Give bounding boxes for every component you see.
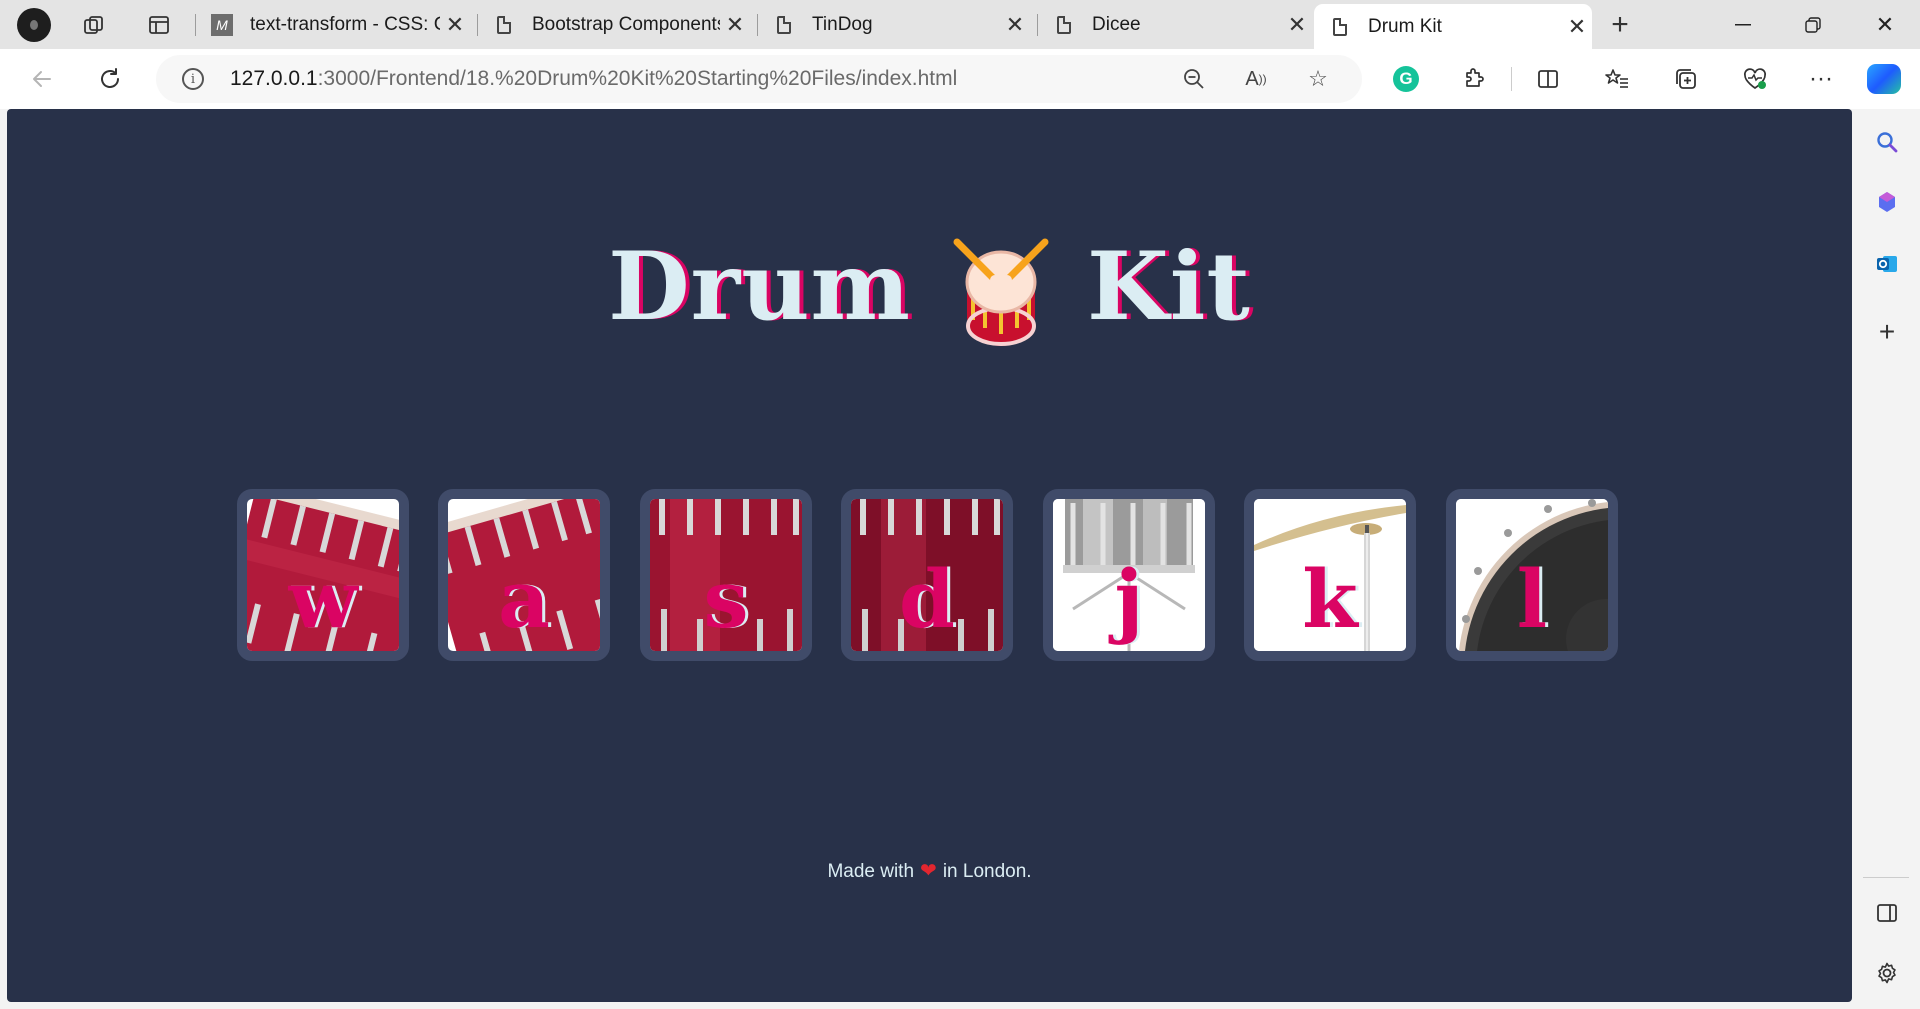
more-menu-icon[interactable]: ··· [1801,59,1841,99]
browser-essentials-icon[interactable] [1735,59,1775,99]
profile-avatar[interactable] [16,7,52,43]
drum-icon [953,238,1049,346]
add-sidebar-app-icon[interactable]: + [1869,314,1905,350]
new-tab-button[interactable]: + [1602,7,1638,43]
tab-title: TinDog [812,13,873,35]
restore-button[interactable] [1778,0,1848,49]
drum-key-label: l [1516,552,1548,646]
search-icon[interactable] [1869,124,1905,160]
tab-text-transform[interactable]: M text-transform - CSS: C ✕ [196,4,470,45]
close-icon[interactable]: ✕ [440,12,470,38]
title-drum-word: Drum [608,231,912,342]
favorites-icon[interactable] [1597,59,1637,99]
close-icon[interactable]: ✕ [1562,14,1592,40]
back-arrow-icon[interactable] [22,59,62,99]
tab-title: Bootstrap Components [532,13,720,35]
favorite-star-icon[interactable]: ☆ [1302,63,1334,95]
drum-button-s[interactable]: s [640,489,812,661]
document-icon [497,15,511,34]
grammarly-icon[interactable]: G [1386,59,1426,99]
document-icon [1333,17,1347,36]
title-kit-word: Kit [1087,231,1251,342]
tab-title: text-transform - CSS: C [250,13,440,35]
close-icon[interactable]: ✕ [720,12,750,38]
drum-button-j[interactable]: j [1043,489,1215,661]
tab-dicee[interactable]: Dicee ✕ [1038,4,1312,45]
split-screen-icon[interactable] [1528,59,1568,99]
settings-gear-icon[interactable] [1869,955,1905,991]
vertical-tabs-icon[interactable] [141,7,177,43]
tab-bootstrap-components[interactable]: Bootstrap Components ✕ [478,4,750,45]
drum-button-w[interactable]: w [237,489,409,661]
page-title: Drum Kit [7,231,1852,346]
outlook-icon[interactable] [1869,246,1905,282]
drum-key-label: s [703,552,749,646]
workspaces-icon[interactable] [76,7,112,43]
document-icon [777,15,791,34]
site-info-icon[interactable]: i [182,68,204,90]
collections-icon[interactable] [1666,59,1706,99]
drum-button-k[interactable]: k [1244,489,1416,661]
drum-key-label: d [899,552,955,646]
heart-icon: ❤ [920,860,937,882]
close-icon[interactable]: ✕ [1282,12,1312,38]
extensions-icon[interactable] [1454,59,1494,99]
tab-strip: M text-transform - CSS: C ✕ Bootstrap Co… [0,0,1920,49]
page-viewport: Drum Kit w a s d j k l Made with ❤ in Lo… [7,109,1852,1002]
document-icon [1057,15,1071,34]
drum-key-label: j [1114,552,1144,646]
footer-prefix: Made with [827,861,915,882]
minimize-button[interactable] [1708,0,1778,49]
tab-tindog[interactable]: TinDog ✕ [758,4,1030,45]
copilot-sidebar-icon[interactable] [1869,184,1905,220]
refresh-icon[interactable] [90,59,130,99]
close-icon[interactable]: ✕ [1000,12,1030,38]
copilot-icon[interactable] [1864,59,1904,99]
drum-set: w a s d j k l [237,489,1622,661]
zoom-out-icon[interactable] [1178,63,1210,95]
footer: Made with ❤ in London. [7,858,1852,883]
drum-key-label: a [498,552,550,646]
hide-sidebar-icon[interactable] [1869,895,1905,931]
address-bar-row: i 127.0.0.1:3000/Frontend/18.%20Drum%20K… [0,49,1920,109]
drum-key-label: w [288,552,358,646]
drum-button-d[interactable]: d [841,489,1013,661]
tab-title: Dicee [1092,13,1141,35]
footer-suffix: in London. [942,861,1032,882]
mdn-icon: M [211,13,233,36]
drum-button-l[interactable]: l [1446,489,1618,661]
tab-drum-kit[interactable]: Drum Kit ✕ [1314,4,1592,49]
edge-sidebar: + [1855,109,1920,1002]
drum-key-label: k [1302,552,1358,646]
drum-button-a[interactable]: a [438,489,610,661]
tab-title: Drum Kit [1368,15,1442,37]
url-text[interactable]: 127.0.0.1:3000/Frontend/18.%20Drum%20Kit… [230,67,957,91]
close-window-button[interactable]: ✕ [1850,0,1920,49]
address-bar[interactable]: i 127.0.0.1:3000/Frontend/18.%20Drum%20K… [156,55,1362,103]
read-aloud-icon[interactable]: A)) [1240,63,1272,95]
